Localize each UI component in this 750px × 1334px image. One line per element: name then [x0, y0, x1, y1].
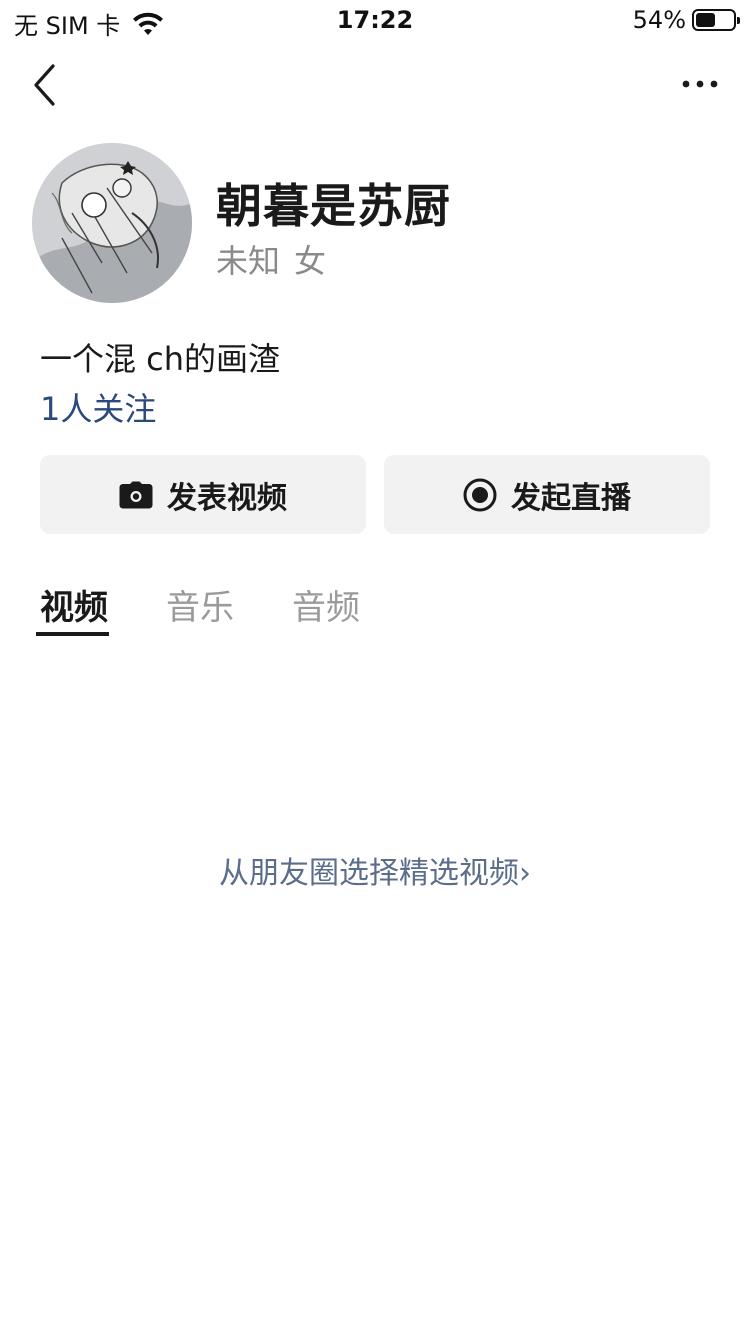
tab-music-label: 音乐: [166, 588, 234, 628]
profile-name: 朝暮是苏厨: [216, 179, 451, 233]
more-dots-icon: [682, 80, 718, 88]
tab-video-label: 视频: [40, 588, 108, 628]
record-icon: [463, 478, 497, 511]
select-featured-videos-text: 从朋友圈选择精选视频: [219, 856, 519, 891]
start-live-label: 发起直播: [511, 480, 631, 516]
back-button[interactable]: [26, 60, 66, 110]
profile-region: 未知: [216, 242, 281, 280]
screen: 无 SIM 卡 17:22 54% 朝暮是苏厨 未知 女 一个混 ch的画渣 1…: [0, 0, 750, 1334]
tab-video[interactable]: 视频: [36, 580, 112, 636]
followers-link[interactable]: 1人关注: [40, 384, 156, 430]
battery-fill: [696, 13, 715, 27]
chevron-right-icon: ›: [519, 856, 531, 891]
publish-video-button[interactable]: 发表视频: [40, 455, 366, 534]
profile-bio: 一个混 ch的画渣: [40, 340, 281, 378]
avatar-illustration: [32, 143, 192, 303]
profile-gender: 女: [294, 242, 327, 280]
more-button[interactable]: [680, 70, 720, 98]
chevron-left-icon: [34, 64, 55, 106]
content-tabs: 视频 音乐 音频: [36, 580, 364, 636]
status-bar: 无 SIM 卡 17:22 54%: [0, 0, 750, 40]
battery-cap: [737, 17, 740, 24]
status-right: 54%: [632, 6, 740, 34]
battery-icon: [692, 9, 740, 31]
tab-active-indicator: [36, 632, 109, 636]
tab-audio-label: 音频: [292, 588, 360, 628]
tab-music[interactable]: 音乐: [162, 580, 238, 636]
avatar[interactable]: [32, 143, 192, 303]
start-live-button[interactable]: 发起直播: [384, 455, 710, 534]
select-featured-videos-link[interactable]: 从朋友圈选择精选视频›: [0, 848, 750, 892]
profile-meta: 未知 女: [216, 236, 326, 282]
battery-percent: 54%: [632, 6, 686, 34]
publish-video-label: 发表视频: [167, 480, 287, 516]
camera-icon: [119, 481, 153, 508]
tab-audio[interactable]: 音频: [288, 580, 364, 636]
